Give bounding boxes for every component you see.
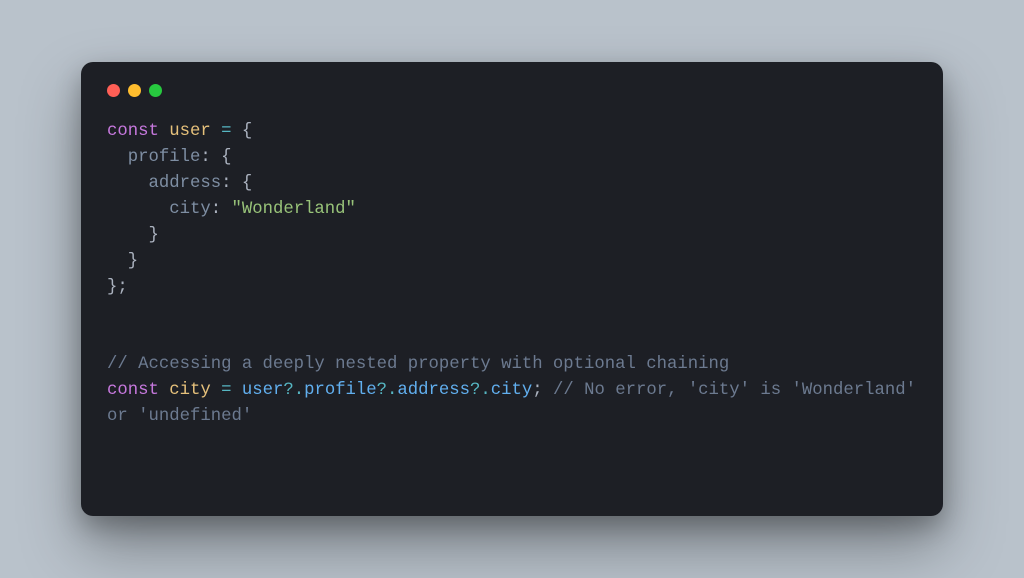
string-wonderland: "Wonderland" — [231, 200, 355, 219]
code-line-2: profile: { — [107, 148, 231, 167]
comment-line: // Accessing a deeply nested property wi… — [107, 355, 729, 374]
code-block: const user = { profile: { address: { cit… — [107, 119, 917, 430]
semicolon: ; — [117, 278, 127, 297]
optional-chain: ?. — [377, 381, 398, 400]
operator-equals: = — [221, 381, 231, 400]
chain-profile: profile — [304, 381, 377, 400]
brace-close: } — [148, 226, 158, 245]
whitespace — [159, 381, 169, 400]
whitespace — [543, 381, 553, 400]
optional-chain: ?. — [470, 381, 491, 400]
zoom-icon[interactable] — [149, 84, 162, 97]
indent — [107, 174, 148, 193]
semicolon: ; — [532, 381, 542, 400]
code-window: const user = { profile: { address: { cit… — [81, 62, 943, 516]
code-line-5: } — [107, 226, 159, 245]
indent — [107, 200, 169, 219]
whitespace — [211, 381, 221, 400]
identifier-user: user — [169, 122, 210, 141]
code-line-4: city: "Wonderland" — [107, 200, 356, 219]
operator-equals: = — [221, 122, 231, 141]
code-line-3: address: { — [107, 174, 252, 193]
code-line-7: }; — [107, 278, 128, 297]
brace-open: { — [242, 122, 252, 141]
chain-address: address — [397, 381, 470, 400]
whitespace — [211, 148, 221, 167]
property-address: address — [148, 174, 221, 193]
code-line-9: const city = user?.profile?.address?.cit… — [107, 381, 926, 426]
whitespace — [159, 122, 169, 141]
identifier-city: city — [169, 381, 210, 400]
indent — [107, 226, 148, 245]
optional-chain: ?. — [283, 381, 304, 400]
brace-close: } — [107, 278, 117, 297]
whitespace — [221, 200, 231, 219]
whitespace — [211, 122, 221, 141]
close-icon[interactable] — [107, 84, 120, 97]
indent — [107, 148, 128, 167]
property-profile: profile — [128, 148, 201, 167]
whitespace — [231, 174, 241, 193]
keyword-const: const — [107, 381, 159, 400]
whitespace — [231, 381, 241, 400]
code-line-1: const user = { — [107, 122, 252, 141]
chain-city: city — [491, 381, 532, 400]
traffic-lights — [107, 84, 917, 97]
colon: : — [221, 174, 231, 193]
minimize-icon[interactable] — [128, 84, 141, 97]
brace-open: { — [242, 174, 252, 193]
chain-user: user — [242, 381, 283, 400]
property-city: city — [169, 200, 210, 219]
keyword-const: const — [107, 122, 159, 141]
brace-close: } — [128, 252, 138, 271]
brace-open: { — [221, 148, 231, 167]
code-line-8: // Accessing a deeply nested property wi… — [107, 355, 729, 374]
colon: : — [211, 200, 221, 219]
whitespace — [231, 122, 241, 141]
indent — [107, 252, 128, 271]
colon: : — [200, 148, 210, 167]
code-line-6: } — [107, 252, 138, 271]
